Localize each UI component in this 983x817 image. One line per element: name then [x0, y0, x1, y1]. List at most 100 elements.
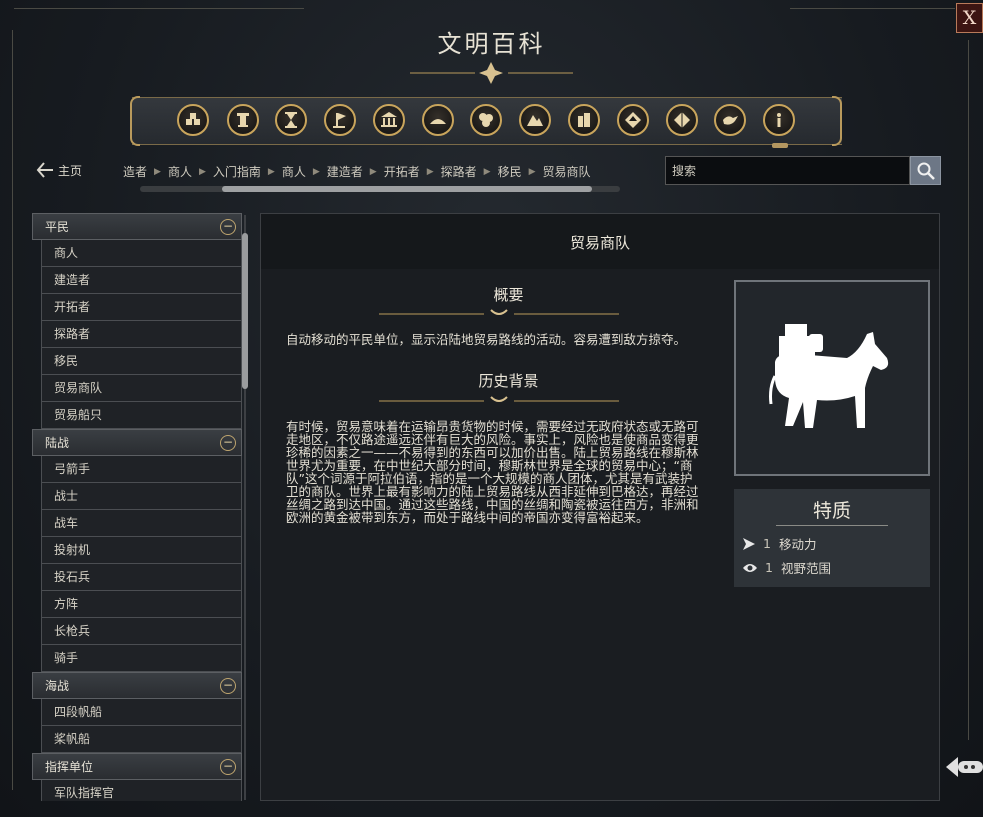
sidebar-item[interactable]: 战车 — [41, 510, 242, 537]
frame-left-line — [12, 30, 13, 790]
category-wonder-button[interactable] — [227, 104, 259, 136]
terrain-icon — [430, 119, 446, 124]
sidebar-section-civilian[interactable]: 平民 − — [32, 213, 242, 240]
frame-top-left-line — [14, 8, 304, 9]
title-ornament — [410, 62, 573, 84]
sidebar-item[interactable]: 长枪兵 — [41, 618, 242, 645]
sidebar-item[interactable]: 探路者 — [41, 321, 242, 348]
civilizations-icon — [186, 113, 200, 125]
sidebar-item[interactable]: 四段帆船 — [41, 699, 242, 726]
traits-box: 特质 1 移动力 1 视野范围 — [734, 489, 930, 587]
sidebar-item-selected[interactable]: 贸易商队 — [41, 375, 242, 402]
trait-row: 1 移动力 — [742, 534, 816, 553]
category-resources-button[interactable] — [470, 104, 502, 136]
category-bar-left-cap — [130, 96, 140, 146]
building-icon — [381, 112, 397, 127]
mountain-icon — [527, 115, 543, 126]
breadcrumb-separator-icon: ▶ — [267, 166, 275, 177]
page-title: 文明百科 — [437, 30, 546, 58]
hourglass-icon — [285, 112, 297, 128]
category-city-button[interactable] — [568, 104, 600, 136]
wonder-icon — [237, 113, 249, 127]
trait-value: 1 — [765, 560, 773, 575]
section-label: 陆战 — [45, 436, 70, 450]
sidebar-item[interactable]: 军队指挥官 — [41, 780, 242, 801]
back-arrow-icon — [36, 162, 53, 178]
overview-ornament — [379, 309, 619, 315]
resources-icon — [479, 113, 493, 127]
breadcrumb-separator-icon: ▶ — [198, 166, 206, 177]
sidebar-section-naval[interactable]: 海战 − — [32, 672, 242, 699]
breadcrumb-separator-icon: ▶ — [426, 166, 434, 177]
breadcrumb-separator-icon: ▶ — [369, 166, 377, 177]
sidebar-item[interactable]: 方阵 — [41, 591, 242, 618]
search-button[interactable] — [910, 156, 941, 185]
sidebar-section-commander[interactable]: 指挥单位 − — [32, 753, 242, 780]
overview-text: 自动移动的平民单位，显示沿陆地贸易路线的活动。容易遭到敌方掠夺。 — [286, 332, 687, 347]
sidebar-item[interactable]: 骑手 — [41, 645, 242, 672]
overview-heading: 概要 — [493, 286, 524, 304]
breadcrumb-item[interactable]: 探路者 — [441, 163, 477, 180]
collapse-icon[interactable]: − — [220, 678, 236, 694]
breadcrumb-separator-icon: ▶ — [483, 166, 491, 177]
sidebar: 平民 − 商人 建造者 开拓者 探路者 移民 贸易商队 贸易船只 陆战 − 弓箭手 … — [32, 213, 242, 801]
movement-arrow-icon — [743, 537, 755, 550]
sidebar-item[interactable]: 投石兵 — [41, 564, 242, 591]
flag-icon — [333, 113, 346, 128]
category-flag-button[interactable] — [324, 104, 356, 136]
unit-portrait — [734, 280, 930, 476]
category-mountain-button[interactable] — [519, 104, 551, 136]
category-building-button[interactable] — [373, 104, 405, 136]
history-ornament — [379, 396, 619, 402]
breadcrumb-item-current[interactable]: 贸易商队 — [543, 163, 591, 180]
history-heading: 历史背景 — [478, 372, 539, 390]
section-label: 平民 — [45, 220, 70, 234]
city-icon — [578, 113, 590, 127]
traits-divider — [776, 525, 888, 526]
sidebar-item[interactable]: 商人 — [41, 240, 242, 267]
sidebar-item[interactable]: 贸易船只 — [41, 402, 242, 429]
sidebar-item[interactable]: 开拓者 — [41, 294, 242, 321]
sidebar-item[interactable]: 战士 — [41, 483, 242, 510]
collapse-icon[interactable]: − — [220, 219, 236, 235]
category-civilizations-button[interactable] — [177, 104, 209, 136]
category-hourglass-button[interactable] — [275, 104, 307, 136]
category-info-button[interactable] — [763, 104, 795, 136]
collapse-icon[interactable]: − — [220, 435, 236, 451]
trait-label: 移动力 — [778, 537, 817, 552]
breadcrumb-item[interactable]: 造者 — [123, 163, 147, 180]
search-input[interactable] — [665, 156, 910, 185]
sidebar-item[interactable]: 移民 — [41, 348, 242, 375]
sidebar-item[interactable]: 建造者 — [41, 267, 242, 294]
category-diplomacy-button[interactable] — [617, 104, 649, 136]
sidebar-scroll-thumb[interactable] — [242, 233, 248, 389]
article-panel: 贸易商队 概要 自动移动的平民单位，显示沿陆地贸易路线的活动。容易遭到敌方掠夺。… — [260, 213, 940, 801]
home-button[interactable]: 主页 — [36, 160, 82, 180]
trait-label: 视野范围 — [780, 561, 831, 576]
breadcrumb-item[interactable]: 开拓者 — [384, 163, 420, 180]
breadcrumb-item[interactable]: 商人 — [282, 163, 306, 180]
dove-icon — [723, 116, 738, 125]
collapse-icon[interactable]: − — [220, 759, 236, 775]
category-terrain-button[interactable] — [422, 104, 454, 136]
breadcrumb-item[interactable]: 入门指南 — [213, 163, 261, 180]
sidebar-item[interactable]: 桨帆船 — [41, 726, 242, 753]
section-label: 指挥单位 — [45, 760, 94, 774]
side-collapse-arrow-icon[interactable] — [944, 754, 983, 780]
sidebar-section-land[interactable]: 陆战 − — [32, 429, 242, 456]
section-label: 海战 — [45, 679, 70, 693]
history-text: 有时候，贸易意味着在运输昂贵货物的时候，需要经过无政府状态或无路可走地区，不仅路… — [286, 419, 699, 525]
category-pyramid-button[interactable] — [666, 104, 698, 136]
breadcrumb-item[interactable]: 建造者 — [327, 163, 363, 180]
breadcrumb-item[interactable]: 商人 — [168, 163, 192, 180]
trade-caravan-donkey-icon — [769, 324, 889, 428]
breadcrumb-scroll-thumb[interactable] — [222, 186, 592, 192]
sidebar-item[interactable]: 投射机 — [41, 537, 242, 564]
article-title: 贸易商队 — [261, 214, 939, 269]
category-dove-button[interactable] — [714, 104, 746, 136]
info-icon — [777, 113, 781, 127]
sidebar-item[interactable]: 弓箭手 — [41, 456, 242, 483]
home-label: 主页 — [58, 163, 83, 178]
breadcrumb-item[interactable]: 移民 — [498, 163, 522, 180]
breadcrumb-separator-icon: ▶ — [528, 166, 536, 177]
